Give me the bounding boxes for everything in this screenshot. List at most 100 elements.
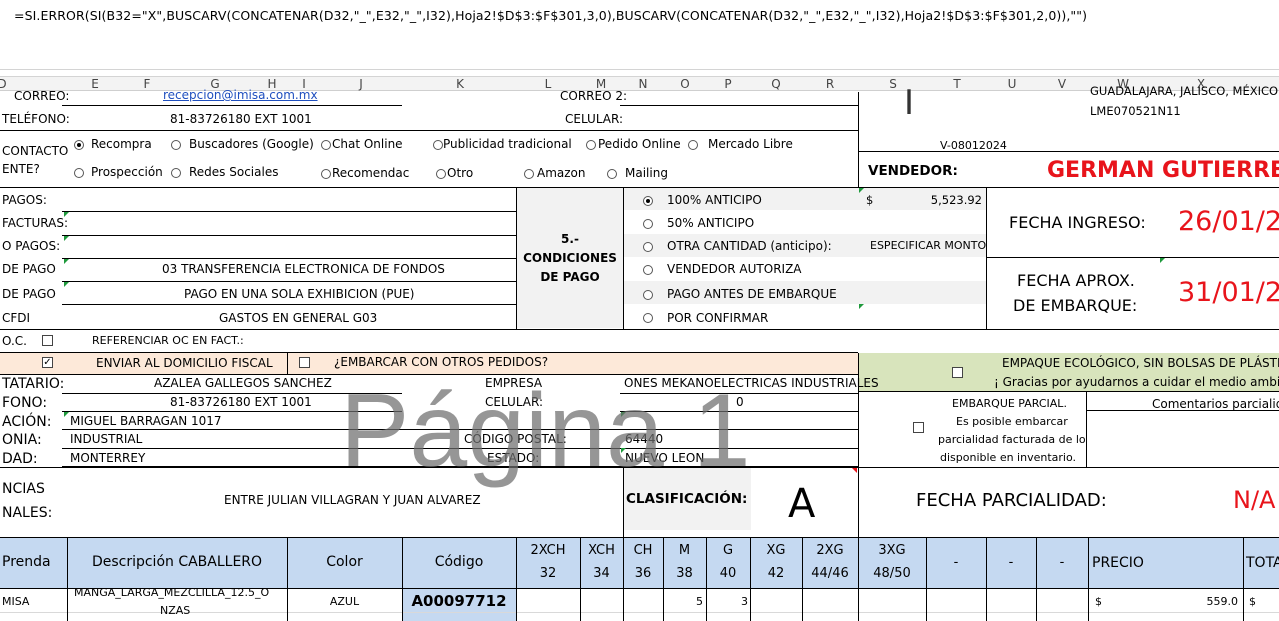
th-prenda: Prenda (2, 554, 51, 570)
telefono-label: TELÉFONO: (2, 112, 70, 126)
th-descripcion: Descripción CABALLERO (91, 554, 263, 570)
clasificacion-value[interactable]: A (788, 483, 815, 525)
radio-50-anticipo[interactable] (643, 219, 653, 229)
col-header[interactable]: O (680, 77, 689, 92)
col-header[interactable]: K (456, 77, 464, 92)
radio-vendedor-autoriza[interactable] (643, 265, 653, 275)
radio-prospeccion[interactable] (74, 168, 84, 178)
fecha-ingreso-label: FECHA INGRESO: (1009, 213, 1146, 232)
radio-pago-antes[interactable] (643, 290, 653, 300)
option-label: Publicidad tradicional (443, 137, 572, 151)
ciudad-value[interactable]: MONTERREY (70, 451, 145, 465)
option-label: Prospección (91, 165, 163, 179)
formula-text[interactable]: =SI.ERROR(SI(B32="X",BUSCARV(CONCATENAR(… (14, 8, 1087, 23)
option-label: Redes Sociales (189, 165, 279, 179)
col-header[interactable]: F (144, 77, 151, 92)
radio-publicidad[interactable] (433, 140, 443, 150)
destino-telefono[interactable]: 81-83726180 EXT 1001 (170, 395, 312, 409)
th-size: XG (766, 543, 786, 558)
col-header[interactable]: U (1008, 77, 1017, 92)
otros-pedidos-checkbox[interactable] (299, 357, 310, 368)
eco-label: ¡ Gracias por ayudarnos a cuidar el medi… (994, 375, 1279, 389)
destinatario-value[interactable]: AZALEA GALLEGOS SANCHEZ (154, 376, 332, 390)
especificar-monto[interactable]: ESPECIFICAR MONTO (870, 239, 986, 253)
contacto-label: ENTE? (2, 162, 40, 176)
option-label: Mailing (625, 166, 668, 180)
currency-symbol: $ (866, 193, 874, 207)
radio-100-anticipo[interactable] (643, 196, 653, 206)
parcial-checkbox[interactable] (913, 422, 924, 433)
row-descripcion[interactable]: MANGA_LARGA_MEZCLILLA_12.5_O (74, 586, 269, 600)
direccion-value[interactable]: MIGUEL BARRAGAN 1017 (70, 414, 222, 428)
condicion-label: OTRA CANTIDAD (anticipo): (667, 239, 832, 253)
radio-recompra[interactable] (74, 140, 84, 150)
forma-pago[interactable]: PAGO EN UNA SOLA EXHIBICION (PUE) (184, 287, 414, 301)
th-size: 36 (634, 566, 652, 581)
colonia-value[interactable]: INDUSTRIAL (70, 432, 142, 446)
radio-buscadores[interactable] (171, 140, 181, 150)
parcial-text: Es posible embarcar (956, 415, 1068, 428)
radio-recomendacion[interactable] (321, 169, 331, 179)
col-header[interactable]: L (545, 77, 552, 92)
col-header[interactable]: R (826, 77, 834, 92)
eco-label: EMPAQUE ECOLÓGICO, SIN BOLSAS DE PLÁSTIC… (1002, 356, 1279, 370)
condicion-label: VENDEDOR AUTORIZA (667, 262, 802, 276)
radio-redes[interactable] (171, 168, 181, 178)
radio-otro[interactable] (436, 169, 446, 179)
anticipo-amount[interactable]: 5,523.92 (900, 193, 982, 207)
row-precio[interactable]: 559.0 (1150, 595, 1239, 609)
parcialidad-value[interactable]: N/A (1233, 487, 1275, 513)
pagos-label: DE PAGO (2, 262, 56, 276)
fecha-ingreso-value[interactable]: 26/01/2 (1178, 207, 1279, 237)
eco-checkbox[interactable] (952, 367, 963, 378)
radio-pedido-online[interactable] (586, 140, 596, 150)
row-codigo[interactable]: A00097712 (402, 593, 516, 610)
cell-marker (859, 304, 864, 309)
col-header[interactable]: Q (771, 77, 780, 92)
row-qty-m[interactable]: 5 (663, 595, 703, 609)
sheet-grid[interactable]: CORREO: recepcion@imisa.com.mx CORREO 2:… (0, 84, 1279, 621)
uso-cfdi[interactable]: GASTOS EN GENERAL G03 (219, 311, 377, 325)
col-header[interactable]: P (724, 77, 731, 92)
radio-mailing[interactable] (607, 169, 617, 179)
company-address: GUADALAJARA, JALISCO, MÉXICO (1090, 84, 1279, 98)
fecha-embarque-value[interactable]: 31/01/2 (1178, 278, 1279, 308)
row-qty-g[interactable]: 3 (706, 595, 748, 609)
col-header[interactable]: J (359, 77, 363, 92)
row-descripcion[interactable]: NZAS (160, 604, 190, 618)
correo-link[interactable]: recepcion@imisa.com.mx (163, 88, 318, 102)
radio-mercado-libre[interactable] (688, 140, 698, 150)
th-size: 2XG (816, 543, 844, 558)
parcialidad-label: FECHA PARCIALIDAD: (916, 490, 1107, 511)
radio-amazon[interactable] (524, 169, 534, 179)
comment-marker (852, 468, 857, 473)
referencias-value[interactable]: ENTRE JULIAN VILLAGRAN Y JUAN ALVAREZ (224, 493, 481, 507)
pagos-label: CFDI (2, 311, 31, 325)
radio-otra-cantidad[interactable] (643, 242, 653, 252)
col-header[interactable]: T (953, 77, 960, 92)
col-header[interactable]: D (0, 77, 7, 92)
condicion-label: 100% ANTICIPO (667, 193, 762, 207)
domicilio-fiscal-checkbox[interactable]: ✓ (42, 357, 53, 368)
comentarios-label: Comentarios parcialida (1152, 397, 1279, 411)
row-prenda[interactable]: MISA (2, 595, 29, 609)
oc-label: O.C. (2, 334, 27, 348)
th-size: 34 (593, 566, 610, 581)
option-label: Buscadores (Google) (189, 137, 314, 151)
col-header[interactable]: E (91, 77, 99, 92)
formula-bar[interactable]: =SI.ERROR(SI(B32="X",BUSCARV(CONCATENAR(… (0, 0, 1279, 70)
vendedor-value[interactable]: GERMAN GUTIERRE (1047, 159, 1279, 183)
row-color[interactable]: AZUL (287, 595, 402, 609)
parcial-text: parcialidad facturada de lo (938, 433, 1086, 446)
destino-label: DAD: (2, 451, 38, 467)
col-header[interactable]: S (889, 77, 897, 92)
telefono-value[interactable]: 81-83726180 EXT 1001 (170, 112, 312, 126)
th-size: 44/46 (811, 566, 849, 581)
cell-marker (64, 212, 69, 217)
col-header[interactable]: N (639, 77, 648, 92)
radio-por-confirmar[interactable] (643, 313, 653, 323)
oc-checkbox[interactable] (42, 335, 53, 346)
radio-chat[interactable] (321, 140, 331, 150)
col-header[interactable]: V (1058, 77, 1066, 92)
metodo-pago[interactable]: 03 TRANSFERENCIA ELECTRONICA DE FONDOS (162, 262, 445, 276)
